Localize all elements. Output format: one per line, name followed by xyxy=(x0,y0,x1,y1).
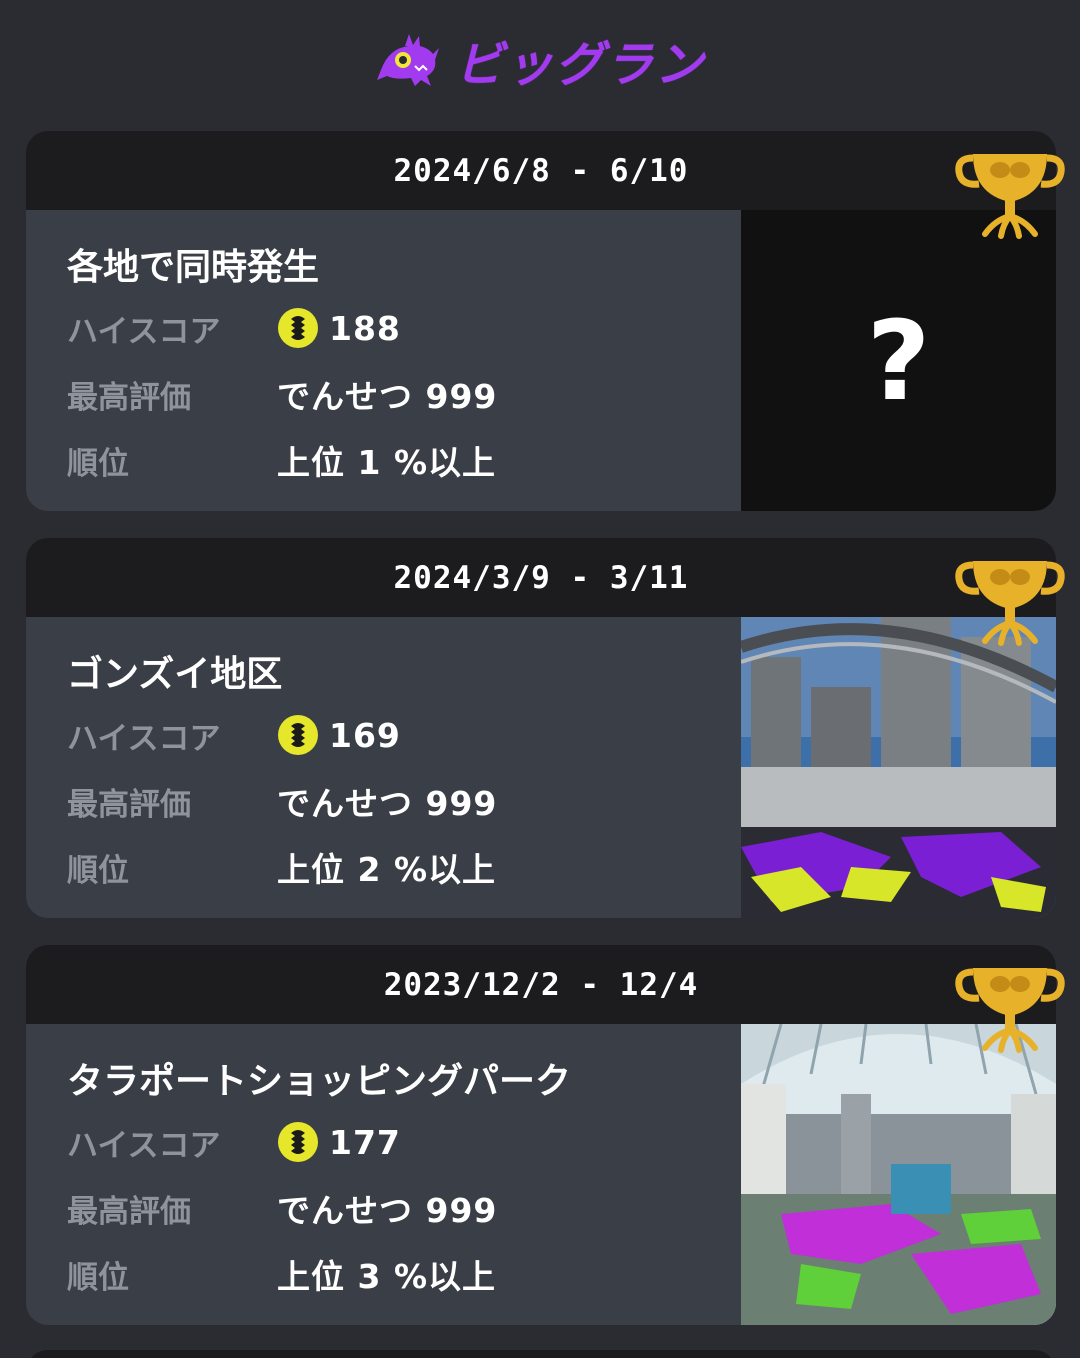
golden-egg-icon xyxy=(278,1122,318,1162)
next-card-edge[interactable] xyxy=(26,1350,1056,1358)
high-score-value: 188 xyxy=(329,308,401,348)
rank-label: 順位 xyxy=(67,445,129,482)
rank-value: 上位 3 %以上 xyxy=(277,1257,497,1296)
rank-row: 順位 上位 2 %以上 xyxy=(67,845,496,889)
gold-trophy-icon xyxy=(955,968,1065,1053)
rank-value: 上位 1 %以上 xyxy=(277,443,497,482)
best-rating-row: 最高評価 でんせつ 999 xyxy=(67,1186,497,1230)
page-header: ビッグラン xyxy=(0,0,1080,120)
stage-name: タラポートショッピングパーク xyxy=(67,1061,572,1102)
stage-image-unknown: ? xyxy=(741,210,1056,511)
best-rating-value: でんせつ 999 xyxy=(277,377,498,416)
rank-value: 上位 2 %以上 xyxy=(277,850,497,889)
high-score-value: 169 xyxy=(329,715,401,755)
best-rating-label: 最高評価 xyxy=(67,1193,191,1230)
gold-trophy-icon xyxy=(955,154,1065,239)
stage-image-taraport xyxy=(741,1024,1056,1325)
date-range: 2024/3/9 - 3/11 xyxy=(26,538,1056,617)
stage-name: ゴンズイ地区 xyxy=(67,654,283,695)
stage-name: 各地で同時発生 xyxy=(67,247,320,288)
big-run-card[interactable]: 2023/12/2 - 12/4 タラポートショッピングパーク ハイスコア 17… xyxy=(26,945,1056,1325)
high-score-label: ハイスコア xyxy=(67,1127,221,1164)
golden-egg-icon xyxy=(278,715,318,755)
question-mark-icon: ? xyxy=(866,296,931,425)
rank-label: 順位 xyxy=(67,852,129,889)
stage-image-gonzui xyxy=(741,617,1056,918)
date-range: 2024/6/8 - 6/10 xyxy=(26,131,1056,210)
big-run-card[interactable]: 2024/3/9 - 3/11 ゴンズイ地区 ハイスコア 169 最高評価 でん… xyxy=(26,538,1056,918)
best-rating-value: でんせつ 999 xyxy=(277,784,498,823)
gold-trophy-icon xyxy=(955,561,1065,646)
big-run-card[interactable]: 2024/6/8 - 6/10 各地で同時発生 ハイスコア 188 最高評価 で… xyxy=(26,131,1056,511)
page-title: ビッグラン xyxy=(454,37,705,93)
date-range: 2023/12/2 - 12/4 xyxy=(26,945,1056,1024)
best-rating-label: 最高評価 xyxy=(67,379,191,416)
high-score-value: 177 xyxy=(329,1122,401,1162)
rank-row: 順位 上位 3 %以上 xyxy=(67,1252,496,1296)
best-rating-row: 最高評価 でんせつ 999 xyxy=(67,779,497,823)
best-rating-label: 最高評価 xyxy=(67,786,191,823)
best-rating-row: 最高評価 でんせつ 999 xyxy=(67,372,497,416)
best-rating-value: でんせつ 999 xyxy=(277,1191,498,1230)
golden-egg-icon xyxy=(278,308,318,348)
high-score-row: ハイスコア 188 xyxy=(67,306,401,350)
high-score-row: ハイスコア 169 xyxy=(67,713,401,757)
big-run-mascot-icon xyxy=(376,34,439,86)
high-score-label: ハイスコア xyxy=(67,313,221,350)
rank-label: 順位 xyxy=(67,1259,129,1296)
high-score-row: ハイスコア 177 xyxy=(67,1120,401,1164)
high-score-label: ハイスコア xyxy=(67,720,221,757)
rank-row: 順位 上位 1 %以上 xyxy=(67,438,496,482)
